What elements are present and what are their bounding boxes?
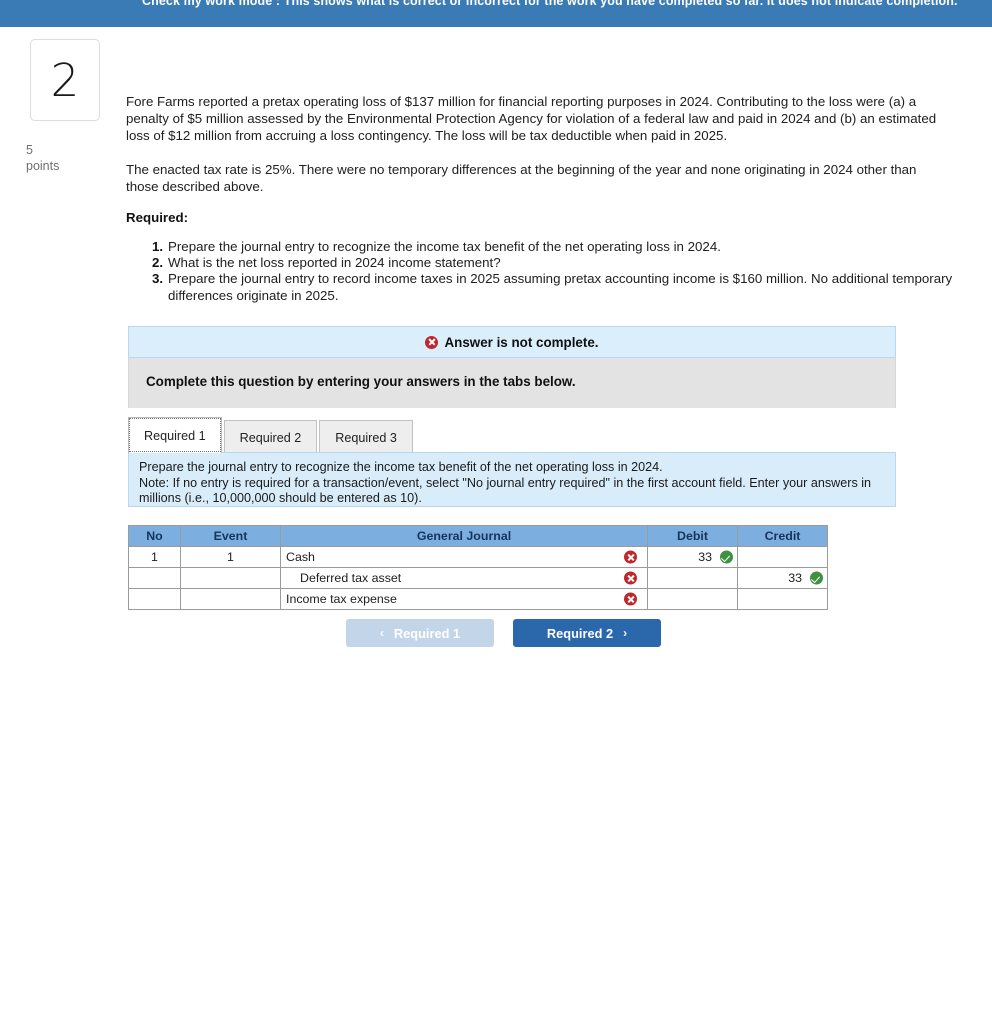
previous-required-button[interactable]: ‹ Required 1 <box>346 619 494 647</box>
error-x-icon <box>624 592 637 606</box>
question-number-box: 2 <box>30 39 100 121</box>
column-header-no: No <box>128 525 181 547</box>
column-header-event: Event <box>180 525 281 547</box>
tab-instruction-prompt: Prepare the journal entry to recognize t… <box>139 460 663 474</box>
required-item: Prepare the journal entry to record inco… <box>152 271 953 303</box>
problem-paragraph-2: The enacted tax rate is 25%. There were … <box>126 162 917 195</box>
required-item: Prepare the journal entry to recognize t… <box>152 239 721 255</box>
navigation-buttons: ‹ Required 1 Required 2 › <box>346 619 661 647</box>
tab-required-2-label: Required 2 <box>239 430 302 445</box>
question-page: 2 5 points Fore Farms reported a pretax … <box>0 27 992 1029</box>
column-header-general-journal: General Journal <box>280 525 648 547</box>
cell-event <box>180 567 281 589</box>
error-x-icon <box>624 550 637 564</box>
journal-header-row: No Event General Journal Debit Credit <box>128 525 828 547</box>
answer-not-complete-alert: Answer is not complete. <box>128 326 896 358</box>
check-my-work-banner: Check my work mode : This shows what is … <box>0 0 992 27</box>
chevron-left-icon: ‹ <box>379 626 384 640</box>
required-heading: Required: <box>126 210 189 225</box>
column-header-debit: Debit <box>647 525 738 547</box>
account-label: Cash <box>286 550 315 564</box>
cell-no: 1 <box>128 546 181 568</box>
account-label: Deferred tax asset <box>300 571 402 585</box>
tab-required-1[interactable]: Required 1 <box>128 417 222 453</box>
previous-required-label: Required 1 <box>393 625 461 641</box>
cell-account[interactable]: Deferred tax asset <box>280 567 648 589</box>
next-required-button[interactable]: Required 2 › <box>513 619 661 647</box>
cell-debit[interactable] <box>647 567 738 589</box>
tab-instruction-panel: Prepare the journal entry to recognize t… <box>128 452 896 507</box>
table-row: Deferred tax asset 33 <box>128 567 828 589</box>
tab-required-1-label: Required 1 <box>144 428 206 443</box>
cell-no <box>128 588 181 610</box>
points-label: points <box>26 159 60 173</box>
cell-debit[interactable] <box>647 588 738 610</box>
cell-account[interactable]: Cash <box>280 546 648 568</box>
required-item: What is the net loss reported in 2024 in… <box>152 255 501 271</box>
cell-event <box>180 588 281 610</box>
table-row: Income tax expense <box>128 588 828 610</box>
points-value: 5 <box>26 143 33 157</box>
required-list: Prepare the journal entry to recognize t… <box>138 239 968 304</box>
check-icon <box>810 571 823 585</box>
check-my-work-banner-text: Check my work mode : This shows what is … <box>142 0 958 8</box>
tab-required-3[interactable]: Required 3 <box>319 420 413 454</box>
tab-required-2[interactable]: Required 2 <box>223 420 318 454</box>
problem-paragraph-1: Fore Farms reported a pretax operating l… <box>126 94 937 144</box>
tab-instruction-note: Note: If no entry is required for a tran… <box>139 476 872 505</box>
cell-credit[interactable]: 33 <box>737 567 828 589</box>
complete-question-text: Complete this question by entering your … <box>146 374 576 389</box>
check-icon <box>720 550 733 564</box>
error-x-icon <box>624 571 637 585</box>
complete-question-bar: Complete this question by entering your … <box>128 358 896 408</box>
chevron-right-icon: › <box>623 626 628 640</box>
cell-account[interactable]: Income tax expense <box>280 588 648 610</box>
cell-debit[interactable]: 33 <box>647 546 738 568</box>
requirement-tabs: Required 1 Required 2 Required 3 <box>128 417 415 454</box>
cell-credit[interactable] <box>737 588 828 610</box>
question-number: 2 <box>50 53 80 107</box>
cell-event: 1 <box>180 546 281 568</box>
journal-entry-table: No Event General Journal Debit Credit 1 … <box>128 525 828 610</box>
next-required-label: Required 2 <box>546 625 614 641</box>
cell-credit[interactable] <box>737 546 828 568</box>
table-row: 1 1 Cash 33 <box>128 546 828 568</box>
error-x-icon <box>425 335 439 349</box>
question-points: 5 points <box>26 142 59 174</box>
account-label: Income tax expense <box>286 592 397 606</box>
tab-required-3-label: Required 3 <box>335 430 397 445</box>
column-header-credit: Credit <box>737 525 828 547</box>
cell-no <box>128 567 181 589</box>
answer-not-complete-text: Answer is not complete. <box>444 334 599 350</box>
